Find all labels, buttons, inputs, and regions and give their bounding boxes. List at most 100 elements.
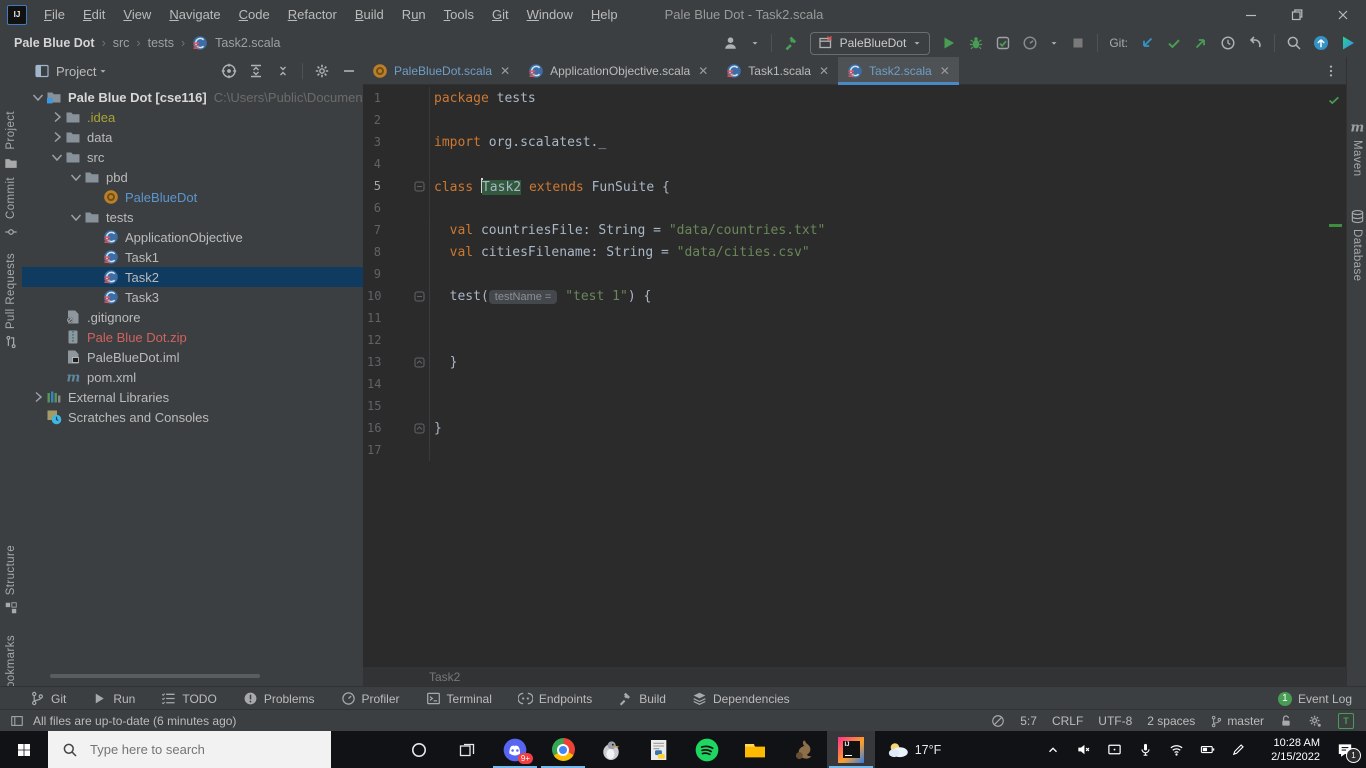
chevron-down-icon[interactable] [49, 149, 65, 165]
chevron-down-icon[interactable] [68, 169, 84, 185]
fold-marker-icon[interactable] [381, 417, 430, 439]
taskbar-app-game[interactable] [779, 731, 827, 768]
tool-stripe-commit[interactable]: Commit [0, 177, 22, 239]
run-configuration-select[interactable]: PaleBlueDot [809, 31, 931, 55]
settings-sync-icon[interactable] [1308, 714, 1323, 729]
project-view-title[interactable]: Project [56, 64, 96, 79]
pen-button[interactable] [1223, 731, 1254, 768]
line-number[interactable]: 3 [363, 135, 381, 149]
tab-list-more-icon[interactable] [1324, 57, 1338, 84]
tray-chevron-up-button[interactable] [1037, 731, 1068, 768]
toolwindow-button-problems[interactable]: Problems [243, 691, 315, 706]
git-branch-widget[interactable]: master [1210, 714, 1264, 728]
line-number[interactable]: 1 [363, 91, 381, 105]
tab-close-icon[interactable]: ✕ [940, 64, 950, 78]
tool-stripe-structure[interactable]: Structure [0, 545, 22, 615]
tab-palebluedot-scala[interactable]: PaleBlueDot.scala ✕ [363, 57, 519, 84]
ide-plugin-icon[interactable] [1340, 35, 1356, 51]
taskbar-app-pigeon[interactable] [587, 731, 635, 768]
taskbar-app-intellij[interactable]: IJ [827, 731, 875, 768]
code-line-5[interactable]: 5 class Task2 extends FunSuite { [363, 175, 1346, 197]
taskbar-app-chrome[interactable] [539, 731, 587, 768]
indent-style[interactable]: 2 spaces [1147, 714, 1195, 728]
taskbar-app-spotify[interactable] [683, 731, 731, 768]
code-line-9[interactable]: 9 [363, 263, 1346, 285]
microphone-button[interactable] [1130, 731, 1161, 768]
maximize-button[interactable] [1274, 0, 1320, 29]
caret-position[interactable]: 5:7 [1020, 714, 1037, 728]
toolwindow-button-profiler[interactable]: Profiler [341, 691, 400, 706]
event-log-button[interactable]: 1 Event Log [1277, 691, 1352, 706]
tree-item-external-libraries[interactable]: External Libraries [22, 387, 363, 407]
toolwindow-button-terminal[interactable]: Terminal [426, 691, 492, 706]
toolwindow-button-git[interactable]: Git [30, 691, 66, 706]
battery-button[interactable] [1192, 731, 1223, 768]
menu-view[interactable]: View [114, 7, 160, 22]
menu-navigate[interactable]: Navigate [160, 7, 229, 22]
tool-stripe-project[interactable]: Project [0, 111, 22, 170]
notification-center-button[interactable]: 1 [1324, 731, 1366, 768]
toolwindow-button-run[interactable]: Run [92, 691, 135, 706]
tool-stripe-database[interactable]: Database [1347, 209, 1366, 281]
tree-item-tests[interactable]: tests [22, 207, 363, 227]
code-line-12[interactable]: 12 [363, 329, 1346, 351]
menu-git[interactable]: Git [483, 7, 518, 22]
toolwindow-toggle-icon[interactable] [10, 714, 24, 728]
line-number[interactable]: 4 [363, 157, 381, 171]
tree-item-pbd[interactable]: pbd [22, 167, 363, 187]
tree-item-gitignore[interactable]: .gitignore [22, 307, 363, 327]
toolwindow-button-todo[interactable]: TODO [161, 691, 217, 706]
line-number[interactable]: 15 [363, 399, 381, 413]
volume-muted-button[interactable] [1068, 731, 1099, 768]
code-line-8[interactable]: 8 val citiesFilename: String = "data/cit… [363, 241, 1346, 263]
t-plugin-icon[interactable]: T [1338, 713, 1354, 729]
build-project-button[interactable] [783, 35, 799, 51]
line-number[interactable]: 8 [363, 245, 381, 259]
profiler-button[interactable] [1022, 35, 1038, 51]
line-number[interactable]: 16 [363, 421, 381, 435]
chevron-right-icon[interactable] [49, 109, 65, 125]
collapse-all-button[interactable] [275, 63, 291, 79]
line-number[interactable]: 11 [363, 311, 381, 325]
tool-stripe-maven[interactable]: m Maven [1347, 119, 1366, 177]
taskbar-app-explorer[interactable] [731, 731, 779, 768]
wifi-button[interactable] [1161, 731, 1192, 768]
select-opened-file-button[interactable] [221, 63, 237, 79]
menu-edit[interactable]: Edit [74, 7, 114, 22]
code-line-15[interactable]: 15 [363, 395, 1346, 417]
line-number[interactable]: 17 [363, 443, 381, 457]
breadcrumb-item-task2-scala[interactable]: Task2.scala [215, 36, 280, 50]
menu-build[interactable]: Build [346, 7, 393, 22]
menu-code[interactable]: Code [230, 7, 279, 22]
ide-update-button[interactable] [1313, 35, 1329, 51]
rollback-button[interactable] [1247, 35, 1263, 51]
tree-item-pom-xml[interactable]: m pom.xml [22, 367, 363, 387]
tree-item-task2[interactable]: Task2 [22, 267, 363, 287]
menu-window[interactable]: Window [518, 7, 582, 22]
code-line-4[interactable]: 4 [363, 153, 1346, 175]
tab-task2-scala[interactable]: Task2.scala ✕ [838, 57, 959, 85]
expand-all-button[interactable] [248, 63, 264, 79]
breadcrumb-item-src[interactable]: src [113, 36, 130, 50]
close-button[interactable] [1320, 0, 1366, 29]
search-everywhere-button[interactable] [1286, 35, 1302, 51]
fold-marker-icon[interactable] [381, 285, 430, 307]
run-button[interactable] [941, 35, 957, 51]
menu-file[interactable]: File [35, 7, 74, 22]
history-button[interactable] [1220, 35, 1236, 51]
code-line-1[interactable]: 1 package tests [363, 87, 1346, 109]
code-line-2[interactable]: 2 [363, 109, 1346, 131]
code-editor[interactable]: 1 package tests 2 3 import org.scalatest._ 4 5… [363, 85, 1346, 667]
taskbar-app-discord[interactable]: 9+ [491, 731, 539, 768]
fold-marker-icon[interactable] [381, 175, 430, 197]
menu-help[interactable]: Help [582, 7, 627, 22]
tree-item-pale-blue-dot-cse116[interactable]: Pale Blue Dot [cse116] C:\Users\Public\Do… [22, 87, 363, 107]
tree-item-pale-blue-dot-zip[interactable]: Pale Blue Dot.zip [22, 327, 363, 347]
tree-item-scratches-and-consoles[interactable]: Scratches and Consoles [22, 407, 363, 427]
tab-applicationobjective-scala[interactable]: ApplicationObjective.scala ✕ [519, 57, 717, 84]
display-button[interactable] [1099, 731, 1130, 768]
code-line-3[interactable]: 3 import org.scalatest._ [363, 131, 1346, 153]
editor-breadcrumb-item[interactable]: Task2 [429, 670, 460, 684]
line-number[interactable]: 13 [363, 355, 381, 369]
fold-marker-icon[interactable] [381, 351, 430, 373]
